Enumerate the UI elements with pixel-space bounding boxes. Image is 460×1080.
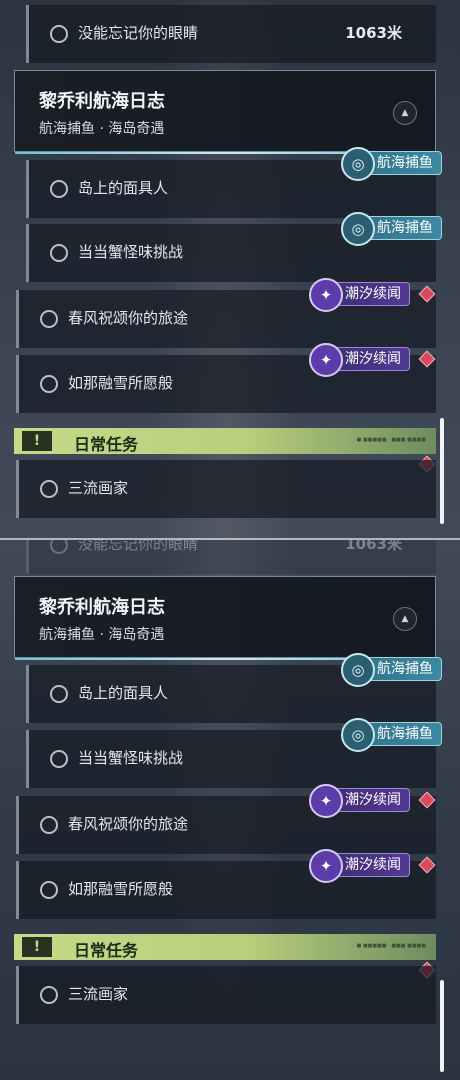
tag-label: 航海捕鱼 (377, 220, 433, 236)
fishing-tag: ◎ 航海捕鱼 (341, 653, 442, 687)
row-bar (16, 290, 19, 348)
quest-group-header[interactable]: 黎乔利航海日志 航海捕鱼 · 海岛奇遇 ▲ (14, 70, 436, 154)
sparkle-icon: ✦ (309, 849, 343, 883)
tag-label: 航海捕鱼 (377, 726, 433, 742)
swirl-icon: ◎ (341, 147, 375, 181)
row-bar (16, 796, 19, 854)
radio-circle-icon[interactable] (50, 750, 68, 768)
radio-circle-icon[interactable] (40, 986, 58, 1004)
quest-label: 三流画家 (68, 479, 129, 497)
quest-label: 春风祝颂你的旅途 (68, 309, 189, 327)
quest-label: 岛上的面具人 (78, 684, 169, 702)
swirl-icon: ◎ (341, 718, 375, 752)
radio-circle-icon[interactable] (40, 881, 58, 899)
exclamation-icon: ! (22, 937, 52, 957)
swirl-icon: ◎ (341, 653, 375, 687)
daily-quest-row[interactable]: 三流画家 (16, 460, 436, 518)
radio-circle-icon[interactable] (50, 25, 68, 43)
fishing-tag: ◎ 航海捕鱼 (341, 718, 442, 752)
quest-group-subtitle: 航海捕鱼 · 海岛奇遇 (39, 627, 165, 643)
quest-distance: 1063米 (345, 540, 402, 553)
quest-panel-bottom: 没能忘记你的眼睛 1063米 黎乔利航海日志 航海捕鱼 · 海岛奇遇 ▲ 岛上的… (0, 540, 460, 1080)
quest-label: 没能忘记你的眼睛 (78, 540, 199, 553)
quest-group-title: 黎乔利航海日志 (39, 91, 165, 112)
quest-label: 如那融雪所愿般 (68, 374, 174, 392)
row-bar (16, 861, 19, 919)
swirl-icon: ◎ (341, 212, 375, 246)
tide-tag: ✦ 潮汐续闻 (309, 784, 410, 818)
daily-tiny-text: ■ ■■■■■ · ■■■ ■■■■ (356, 943, 426, 949)
quest-group-subtitle: 航海捕鱼 · 海岛奇遇 (39, 121, 165, 137)
tide-tag: ✦ 潮汐续闻 (309, 849, 410, 883)
quest-label: 没能忘记你的眼睛 (78, 24, 199, 42)
radio-circle-icon[interactable] (50, 180, 68, 198)
tag-label: 航海捕鱼 (377, 661, 433, 677)
sparkle-icon: ✦ (309, 343, 343, 377)
radio-circle-icon[interactable] (40, 816, 58, 834)
quest-panel-top: 没能忘记你的眼睛 1063米 黎乔利航海日志 航海捕鱼 · 海岛奇遇 ▲ 岛上的… (0, 0, 460, 540)
quest-row-top[interactable]: 没能忘记你的眼睛 1063米 (26, 5, 436, 63)
fishing-tag: ◎ 航海捕鱼 (341, 147, 442, 181)
quest-row-top[interactable]: 没能忘记你的眼睛 1063米 (26, 540, 436, 574)
radio-circle-icon[interactable] (40, 375, 58, 393)
radio-circle-icon[interactable] (40, 480, 58, 498)
chevron-up-icon[interactable]: ▲ (393, 607, 417, 631)
quest-label: 当当蟹怪味挑战 (78, 243, 184, 261)
quest-label: 当当蟹怪味挑战 (78, 749, 184, 767)
quest-distance: 1063米 (345, 24, 402, 42)
row-bar (16, 966, 19, 1024)
daily-quest-row[interactable]: 三流画家 (16, 966, 436, 1024)
quest-group-header[interactable]: 黎乔利航海日志 航海捕鱼 · 海岛奇遇 ▲ (14, 576, 436, 660)
chevron-up-icon[interactable]: ▲ (393, 101, 417, 125)
row-bar (16, 355, 19, 413)
quest-label: 三流画家 (68, 985, 129, 1003)
tag-label: 航海捕鱼 (377, 155, 433, 171)
fishing-tag: ◎ 航海捕鱼 (341, 212, 442, 246)
scrollbar[interactable] (440, 980, 444, 1072)
tide-tag: ✦ 潮汐续闻 (309, 278, 410, 312)
daily-section-header[interactable]: ! 日常任务 ■ ■■■■■ · ■■■ ■■■■ (14, 428, 436, 454)
daily-tiny-text: ■ ■■■■■ · ■■■ ■■■■ (356, 437, 426, 443)
quest-label: 如那融雪所愿般 (68, 880, 174, 898)
row-bar (26, 540, 29, 574)
daily-section-title: 日常任务 (74, 435, 139, 454)
tag-label: 潮汐续闻 (345, 792, 401, 808)
quest-label: 岛上的面具人 (78, 179, 169, 197)
row-bar (26, 730, 29, 788)
daily-section-header[interactable]: ! 日常任务 ■ ■■■■■ · ■■■ ■■■■ (14, 934, 436, 960)
tag-label: 潮汐续闻 (345, 857, 401, 873)
tag-label: 潮汐续闻 (345, 351, 401, 367)
radio-circle-icon[interactable] (50, 244, 68, 262)
row-bar (26, 160, 29, 218)
scrollbar[interactable] (440, 418, 444, 524)
tag-label: 潮汐续闻 (345, 286, 401, 302)
radio-circle-icon[interactable] (50, 540, 68, 554)
quest-label: 春风祝颂你的旅途 (68, 815, 189, 833)
row-bar (16, 460, 19, 518)
exclamation-icon: ! (22, 431, 52, 451)
row-bar (26, 5, 29, 63)
tide-tag: ✦ 潮汐续闻 (309, 343, 410, 377)
quest-group-title: 黎乔利航海日志 (39, 597, 165, 618)
row-bar (26, 665, 29, 723)
radio-circle-icon[interactable] (50, 685, 68, 703)
daily-section-title: 日常任务 (74, 941, 139, 960)
radio-circle-icon[interactable] (40, 310, 58, 328)
sparkle-icon: ✦ (309, 278, 343, 312)
row-bar (26, 224, 29, 282)
sparkle-icon: ✦ (309, 784, 343, 818)
